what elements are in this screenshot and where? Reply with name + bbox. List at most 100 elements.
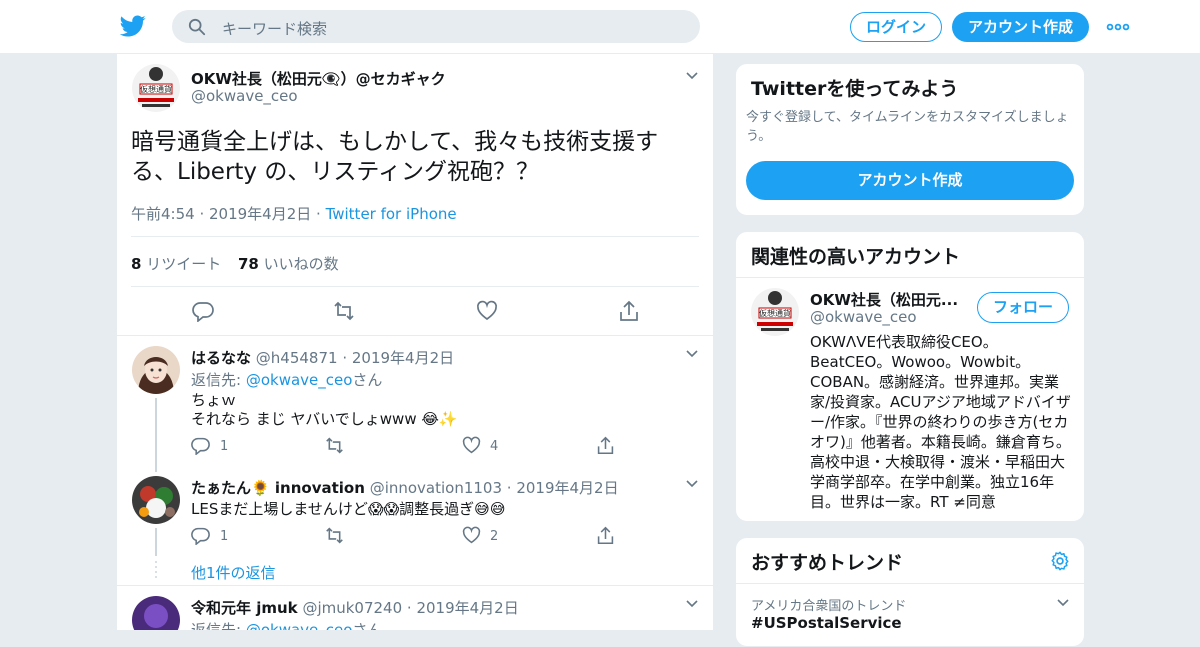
avatar-image bbox=[132, 596, 180, 630]
signup-card-subtitle: 今すぐ登録して、タイムラインをカスタマイズしましょう。 bbox=[746, 110, 1069, 144]
related-account-handle[interactable]: @okwave_ceo bbox=[810, 308, 917, 326]
tweet-timestamp[interactable]: 午前4:54 · 2019年4月2日 · bbox=[131, 205, 326, 223]
mention-link[interactable]: @okwave_ceo bbox=[246, 621, 353, 630]
reply-date[interactable]: · 2019年4月2日 bbox=[402, 599, 519, 617]
reply-header: たぁたん🌻 innovation @innovation1103 · 2019年… bbox=[191, 477, 619, 498]
main-column: 仮想通貨 OKW社長（松田元👁‍🗨）@セカギャク @okwave_ceo 暗号通… bbox=[116, 54, 714, 630]
retweet-icon[interactable] bbox=[333, 300, 355, 322]
chevron-down-icon[interactable] bbox=[685, 349, 699, 359]
related-account-bio: OKWΛVE代表取締役CEO。BeatCEO。Wowoo。Wowbit。COBA… bbox=[810, 333, 1071, 511]
reply-date[interactable]: · 2019年4月2日 bbox=[502, 479, 619, 497]
search-icon bbox=[188, 18, 206, 36]
divider bbox=[117, 585, 713, 586]
divider bbox=[736, 277, 1084, 278]
replying-to-suffix: さん bbox=[352, 621, 383, 630]
related-accounts-card: 関連性の高いアカウント 仮想通貨 OKW社長（松田元... @okwave_ce… bbox=[735, 231, 1085, 522]
divider bbox=[131, 286, 699, 287]
avatar-image: 仮想通貨 bbox=[132, 64, 180, 112]
reply-author-name[interactable]: はるなな bbox=[191, 349, 251, 367]
divider bbox=[117, 335, 713, 336]
retweet-count: 8 bbox=[131, 255, 142, 273]
reply-icon[interactable] bbox=[191, 436, 210, 455]
avatar-image bbox=[132, 346, 180, 394]
like-count: 2 bbox=[490, 529, 499, 544]
reply-text-line: ちょｗ bbox=[191, 391, 237, 409]
like-icon[interactable] bbox=[476, 300, 498, 322]
login-button[interactable]: ログイン bbox=[850, 12, 942, 42]
avatar-image bbox=[132, 476, 180, 524]
follow-button[interactable]: フォロー bbox=[977, 292, 1069, 323]
twitter-bird-icon[interactable] bbox=[120, 13, 146, 39]
tweet-author-name[interactable]: OKW社長（松田元👁‍🗨）@セカギャク bbox=[191, 68, 446, 89]
signup-button[interactable]: アカウント作成 bbox=[952, 12, 1089, 42]
chevron-down-icon[interactable] bbox=[685, 599, 699, 609]
retweet-icon[interactable] bbox=[325, 436, 344, 455]
retweet-icon[interactable] bbox=[325, 526, 344, 545]
tweet-author-handle[interactable]: @okwave_ceo bbox=[191, 87, 298, 105]
reply-author-handle[interactable]: @innovation1103 bbox=[370, 479, 502, 497]
signup-card: Twitterを使ってみよう 今すぐ登録して、タイムラインをカスタマイズしましょ… bbox=[735, 63, 1085, 216]
trend-item[interactable]: #USPostalService bbox=[751, 614, 902, 632]
signup-card-title: Twitterを使ってみよう bbox=[751, 78, 959, 100]
mention-link[interactable]: @okwave_ceo bbox=[246, 371, 353, 389]
chevron-down-icon[interactable] bbox=[685, 71, 699, 81]
share-icon[interactable] bbox=[618, 300, 640, 322]
replying-to-label: 返信先: bbox=[191, 621, 246, 630]
reply-date[interactable]: · 2019年4月2日 bbox=[338, 349, 454, 367]
svg-text:仮想通貨: 仮想通貨 bbox=[140, 84, 172, 94]
reply-author-name[interactable]: 令和元年 jmuk bbox=[191, 599, 298, 617]
retweet-stats[interactable]: 8 リツイート bbox=[131, 253, 221, 274]
reply-count: 1 bbox=[220, 439, 229, 454]
more-icon[interactable] bbox=[1106, 22, 1130, 32]
thread-line bbox=[155, 398, 157, 472]
tweet-author-avatar[interactable]: 仮想通貨 bbox=[132, 64, 180, 112]
chevron-down-icon[interactable] bbox=[1056, 598, 1070, 608]
share-icon[interactable] bbox=[596, 526, 615, 545]
chevron-down-icon[interactable] bbox=[685, 479, 699, 489]
like-stats[interactable]: 78 いいねの数 bbox=[238, 253, 339, 274]
like-label: いいねの数 bbox=[258, 255, 339, 273]
replying-to-suffix: さん bbox=[352, 371, 383, 389]
divider bbox=[131, 236, 699, 237]
thread-line bbox=[155, 528, 157, 556]
related-accounts-title: 関連性の高いアカウント bbox=[751, 246, 961, 268]
replying-to: 返信先: @okwave_ceoさん bbox=[191, 619, 382, 630]
like-icon[interactable] bbox=[462, 526, 481, 545]
top-bar: キーワード検索 ログイン アカウント作成 bbox=[0, 0, 1200, 54]
reply-header: 令和元年 jmuk @jmuk07240 · 2019年4月2日 bbox=[191, 597, 519, 618]
reply-avatar[interactable] bbox=[132, 476, 180, 524]
reply-icon[interactable] bbox=[192, 300, 214, 322]
related-account-name[interactable]: OKW社長（松田元... bbox=[810, 289, 958, 310]
reply-text-line: それなら まじ ヤバいでしょwww 😂✨ bbox=[191, 410, 458, 428]
reply-author-handle[interactable]: @jmuk07240 bbox=[302, 599, 402, 617]
tweet-source-link[interactable]: Twitter for iPhone bbox=[326, 205, 457, 223]
gear-icon[interactable] bbox=[1049, 550, 1071, 572]
show-more-replies-link[interactable]: 他1件の返信 bbox=[191, 562, 276, 583]
thread-dots-icon bbox=[155, 561, 157, 578]
retweet-label: リツイート bbox=[141, 255, 222, 273]
replying-to: 返信先: @okwave_ceoさん bbox=[191, 369, 382, 390]
trend-location: アメリカ合衆国のトレンド bbox=[751, 599, 907, 614]
reply-author-handle[interactable]: @h454871 bbox=[256, 349, 338, 367]
like-count: 4 bbox=[490, 439, 499, 454]
reply-icon[interactable] bbox=[191, 526, 210, 545]
like-icon[interactable] bbox=[462, 436, 481, 455]
related-account-avatar[interactable]: 仮想通貨 bbox=[751, 288, 799, 336]
reply-author-name[interactable]: たぁたん🌻 innovation bbox=[191, 479, 365, 497]
avatar-image: 仮想通貨 bbox=[751, 288, 799, 336]
reply-avatar[interactable] bbox=[132, 346, 180, 394]
reply-header: はるなな @h454871 · 2019年4月2日 bbox=[191, 347, 454, 368]
svg-text:仮想通貨: 仮想通貨 bbox=[759, 308, 791, 318]
search-box[interactable]: キーワード検索 bbox=[172, 10, 700, 43]
like-count: 78 bbox=[238, 255, 259, 273]
tweet-text: 暗号通貨全上げは、もしかして、我々も技術支援する、Liberty の、リスティン… bbox=[131, 129, 659, 185]
trends-card: おすすめトレンド アメリカ合衆国のトレンド #USPostalService bbox=[735, 537, 1085, 647]
reply-avatar[interactable] bbox=[132, 596, 180, 630]
search-input[interactable]: キーワード検索 bbox=[222, 18, 327, 39]
trends-title: おすすめトレンド bbox=[751, 552, 904, 574]
replying-to-label: 返信先: bbox=[191, 371, 246, 389]
signup-card-button[interactable]: アカウント作成 bbox=[746, 161, 1074, 200]
share-icon[interactable] bbox=[596, 436, 615, 455]
tweet-metadata: 午前4:54 · 2019年4月2日 · Twitter for iPhone bbox=[131, 203, 457, 224]
reply-text-line: LESまだ上場しませんけど😱😱調整長過ぎ😅😅 bbox=[191, 500, 506, 518]
